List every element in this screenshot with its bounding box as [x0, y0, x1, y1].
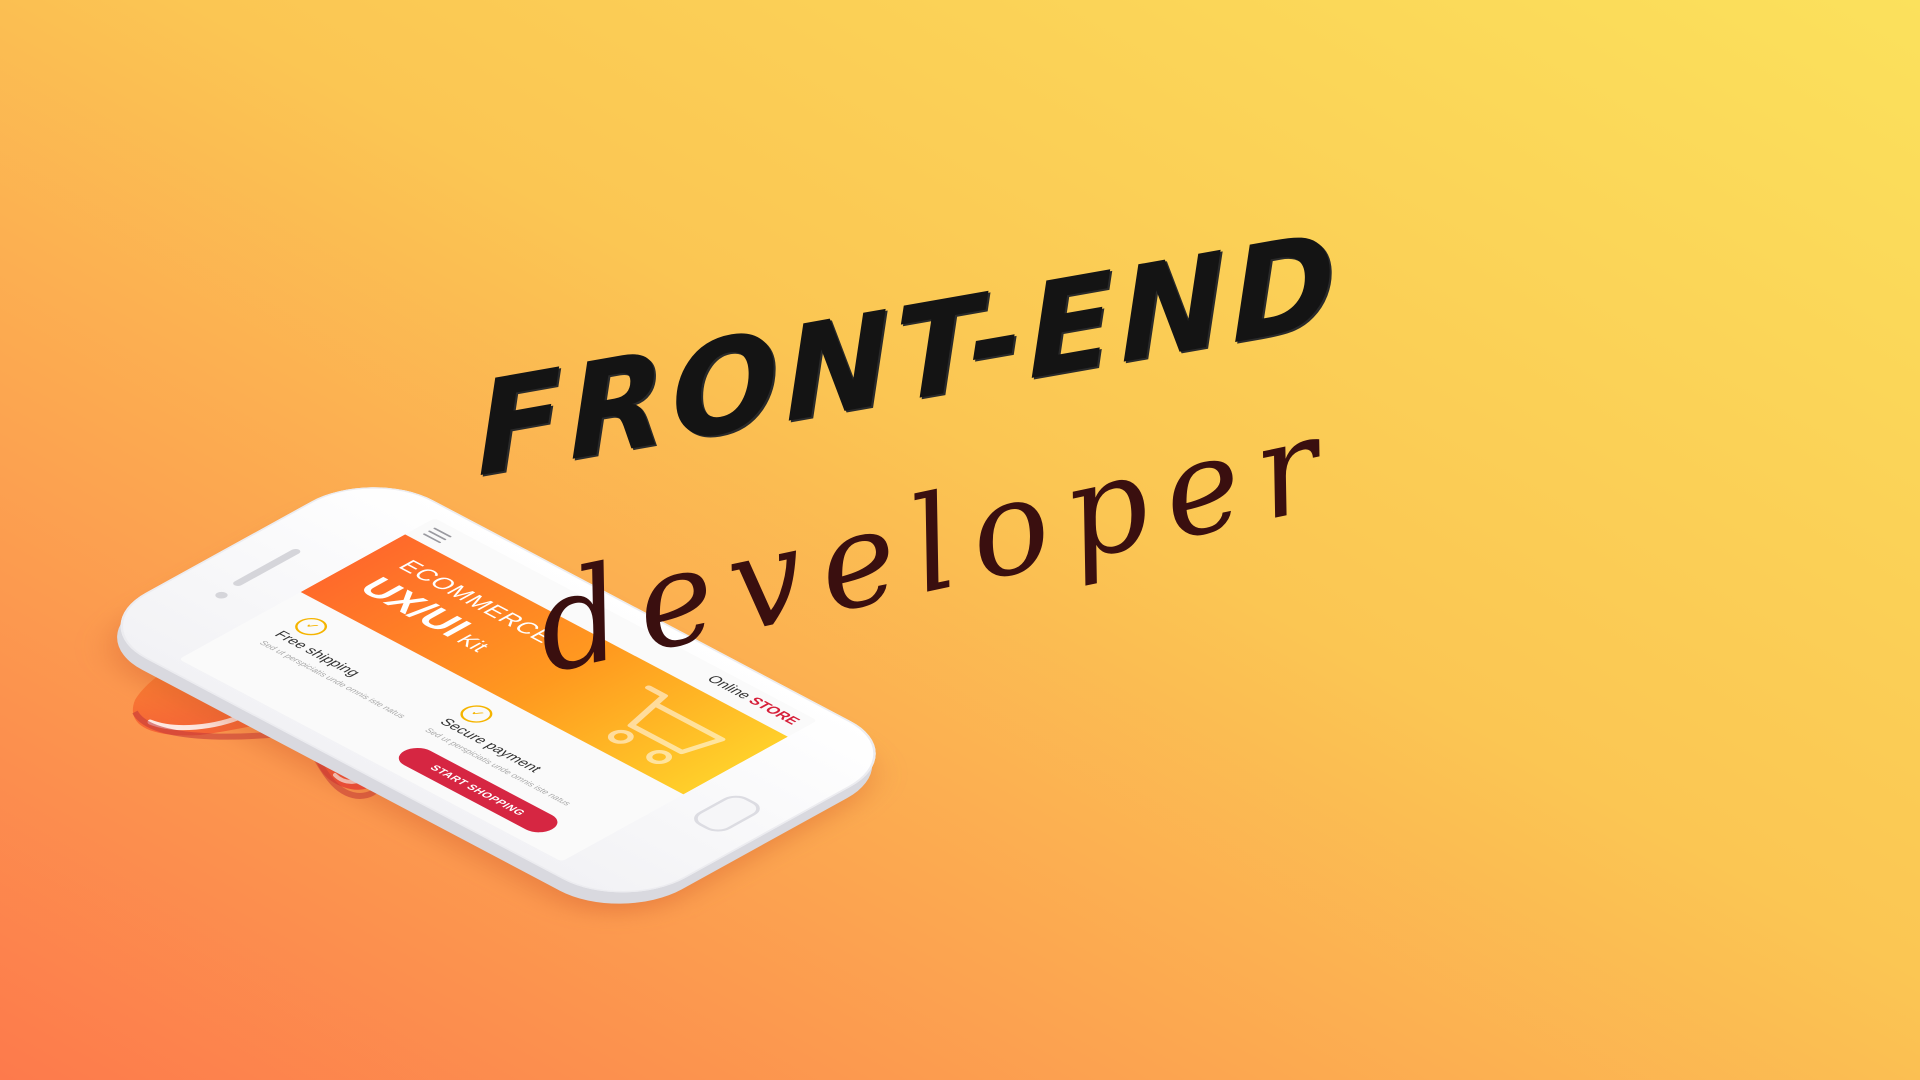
banner-canvas: Online STORE ECOMMERCE UX/UIKit ✓ Free s…: [0, 0, 1920, 1080]
hero-kit: Kit: [450, 631, 495, 656]
feature-description: Sed ut perspiciatis unde omnis iste natu…: [257, 639, 409, 720]
phone-camera: [212, 590, 231, 600]
phone-home-button: [686, 791, 767, 836]
phone-speaker: [231, 547, 303, 588]
menu-icon[interactable]: [422, 527, 453, 544]
